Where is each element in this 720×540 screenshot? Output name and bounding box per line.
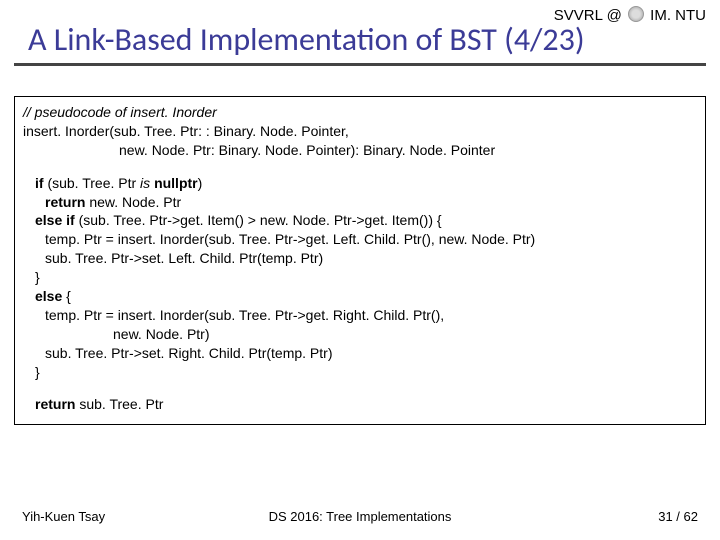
code-line-15: return sub. Tree. Ptr [23, 395, 697, 414]
footer: Yih-Kuen Tsay DS 2016: Tree Implementati… [0, 509, 720, 524]
txt: ) [198, 175, 203, 191]
code-line-11: temp. Ptr = insert. Inorder(sub. Tree. P… [23, 306, 697, 325]
kw-nullptr: nullptr [154, 175, 198, 191]
label-right: IM. NTU [650, 7, 706, 24]
label-left: SVVRL @ [554, 7, 622, 24]
code-box: // pseudocode of insert. Inorder insert.… [14, 96, 706, 425]
txt: new. Node. Ptr [85, 194, 181, 210]
code-line-6: else if (sub. Tree. Ptr->get. Item() > n… [23, 211, 697, 230]
code-line-1: // pseudocode of insert. Inorder [23, 103, 697, 122]
kw-if: if [35, 175, 44, 191]
footer-course: DS 2016: Tree Implementations [0, 509, 720, 524]
header-area: SVVRL @ IM. NTU A Link-Based Implementat… [0, 0, 720, 66]
kw-is: is [140, 175, 150, 191]
kw-else: else [35, 288, 62, 304]
code-line-8: sub. Tree. Ptr->set. Left. Child. Ptr(te… [23, 249, 697, 268]
org-label: SVVRL @ IM. NTU [554, 6, 706, 24]
page-title: A Link-Based Implementation of BST (4/23… [28, 20, 706, 59]
logo-icon [628, 6, 644, 22]
code-line-7: temp. Ptr = insert. Inorder(sub. Tree. P… [23, 230, 697, 249]
code-line-10: else { [23, 287, 697, 306]
code-line-4: if (sub. Tree. Ptr is nullptr) [23, 174, 697, 193]
code-line-12: new. Node. Ptr) [23, 325, 697, 344]
txt: { [62, 288, 71, 304]
txt: (sub. Tree. Ptr [44, 175, 140, 191]
code-line-14: } [23, 363, 697, 382]
title-underline [14, 63, 706, 66]
kw-return: return [35, 396, 75, 412]
code-line-5: return new. Node. Ptr [23, 193, 697, 212]
kw-return: return [45, 194, 85, 210]
code-line-9: } [23, 268, 697, 287]
code-line-3: new. Node. Ptr: Binary. Node. Pointer): … [23, 141, 697, 160]
code-line-2: insert. Inorder(sub. Tree. Ptr: : Binary… [23, 122, 697, 141]
txt: (sub. Tree. Ptr->get. Item() > new. Node… [75, 212, 442, 228]
txt: sub. Tree. Ptr [75, 396, 163, 412]
kw-elseif: else if [35, 212, 75, 228]
code-line-13: sub. Tree. Ptr->set. Right. Child. Ptr(t… [23, 344, 697, 363]
